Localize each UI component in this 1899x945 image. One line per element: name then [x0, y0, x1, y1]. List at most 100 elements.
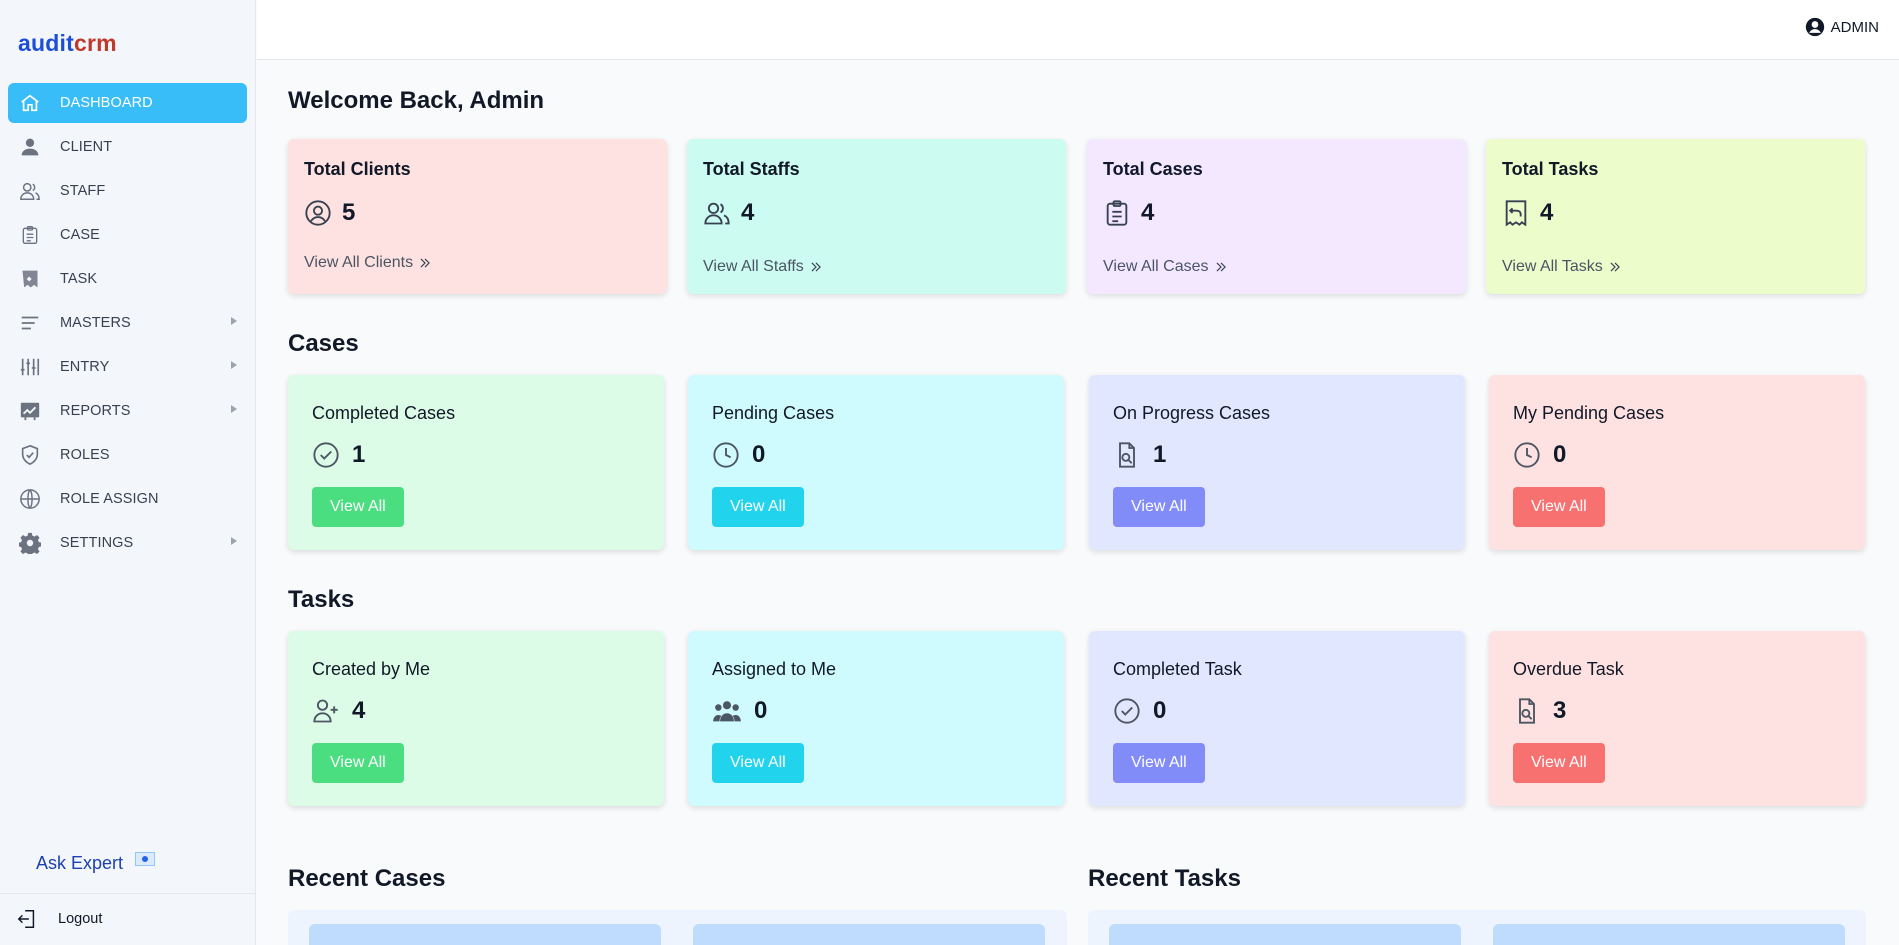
card-value: 0 [754, 697, 768, 724]
created-by-me-card: Created by Me 4 View All [288, 631, 664, 806]
stat-card-title: Total Staffs [703, 159, 800, 179]
stat-value: 4 [1540, 199, 1554, 226]
on-progress-cases-card: On Progress Cases 1 View All [1089, 375, 1465, 550]
recent-cases-panel [288, 910, 1067, 945]
clipboard-icon [1103, 199, 1131, 227]
stat-value: 5 [342, 199, 356, 226]
card-title: Assigned to Me [712, 659, 837, 679]
card-title: Created by Me [312, 659, 431, 679]
gear-icon [18, 531, 42, 555]
sidebar-item-label: DASHBOARD [60, 95, 153, 111]
link-label: View All Tasks [1502, 258, 1603, 275]
sidebar-item-masters[interactable]: MASTERS [8, 303, 247, 343]
card-value: 1 [1153, 441, 1167, 468]
view-all-button[interactable]: View All [1113, 487, 1205, 527]
view-all-cases-link[interactable]: View All Cases [1103, 258, 1228, 276]
task-return-icon [1502, 199, 1530, 227]
chevron-right-icon [231, 317, 237, 325]
sidebar-item-label: REPORTS [60, 403, 131, 419]
stat-value-row: 4 [1103, 199, 1154, 227]
link-label: View All Cases [1103, 258, 1209, 275]
home-icon [18, 91, 42, 115]
page-title: Welcome Back, Admin [288, 87, 545, 114]
sidebar: auditcrm DASHBOARD CLIENT STAFF CASE TAS… [0, 0, 256, 945]
user-menu[interactable]: ADMIN [1805, 17, 1879, 37]
card-value-row: 1 [1113, 441, 1166, 469]
recent-task-item[interactable] [1109, 924, 1461, 945]
double-chevron-right-icon [809, 260, 823, 274]
sidebar-item-case[interactable]: CASE [8, 215, 247, 255]
double-chevron-right-icon [418, 256, 432, 270]
sidebar-item-staff[interactable]: STAFF [8, 171, 247, 211]
sidebar-item-entry[interactable]: ENTRY [8, 347, 247, 387]
lines-icon [18, 311, 42, 335]
file-search-icon [1113, 441, 1141, 469]
sidebar-item-task[interactable]: TASK [8, 259, 247, 299]
card-title: Completed Cases [312, 403, 456, 423]
pending-cases-card: Pending Cases 0 View All [688, 375, 1064, 550]
top-header: ADMIN [257, 0, 1899, 60]
shield-icon [18, 443, 42, 467]
user-circle-icon [1805, 17, 1825, 37]
sidebar-divider [0, 893, 256, 894]
view-all-button[interactable]: View All [1513, 487, 1605, 527]
view-all-button[interactable]: View All [312, 743, 404, 783]
overdue-task-card: Overdue Task 3 View All [1489, 631, 1865, 806]
logout-button[interactable]: Logout [16, 908, 102, 930]
card-value: 0 [1553, 441, 1567, 468]
task-icon [18, 267, 42, 291]
view-all-tasks-link[interactable]: View All Tasks [1502, 258, 1622, 276]
sidebar-item-label: MASTERS [60, 315, 131, 331]
card-value-row: 0 [712, 697, 767, 725]
stat-card-title: Total Cases [1103, 159, 1203, 179]
recent-case-item[interactable] [309, 924, 661, 945]
view-all-clients-link[interactable]: View All Clients [304, 254, 432, 272]
view-all-button[interactable]: View All [312, 487, 404, 527]
card-value: 1 [352, 441, 366, 468]
card-value-row: 1 [312, 441, 365, 469]
sidebar-item-label: SETTINGS [60, 535, 134, 551]
link-label: View All Staffs [703, 258, 804, 275]
stat-card-cases: Total Cases 4 View All Cases [1087, 139, 1466, 294]
card-value-row: 4 [312, 697, 365, 725]
app-logo[interactable]: auditcrm [18, 30, 117, 57]
users-icon [703, 199, 731, 227]
sidebar-item-role-assign[interactable]: ROLE ASSIGN [8, 479, 247, 519]
card-value-row: 3 [1513, 697, 1566, 725]
logout-icon [16, 908, 38, 930]
sidebar-item-dashboard[interactable]: DASHBOARD [8, 83, 247, 123]
logo-part-crm: crm [73, 30, 117, 56]
assigned-to-me-card: Assigned to Me 0 View All [688, 631, 1064, 806]
view-all-staffs-link[interactable]: View All Staffs [703, 258, 823, 276]
view-all-button[interactable]: View All [712, 743, 804, 783]
stat-value-row: 4 [1502, 199, 1553, 227]
card-value: 0 [1153, 697, 1167, 724]
ask-expert-link[interactable]: Ask Expert [36, 851, 156, 874]
sidebar-item-roles[interactable]: ROLES [8, 435, 247, 475]
sidebar-item-label: CASE [60, 227, 100, 243]
stat-value-row: 5 [304, 199, 355, 227]
completed-task-card: Completed Task 0 View All [1089, 631, 1465, 806]
sidebar-item-client[interactable]: CLIENT [8, 127, 247, 167]
recent-task-item[interactable] [1493, 924, 1845, 945]
stat-card-title: Total Tasks [1502, 159, 1599, 179]
chevron-right-icon [231, 405, 237, 413]
recent-case-item[interactable] [693, 924, 1045, 945]
cases-section-title: Cases [288, 330, 359, 357]
card-value-row: 0 [1513, 441, 1566, 469]
users-icon [18, 179, 42, 203]
chevron-right-icon [231, 537, 237, 545]
double-chevron-right-icon [1608, 260, 1622, 274]
recent-tasks-panel [1088, 910, 1866, 945]
view-all-button[interactable]: View All [712, 487, 804, 527]
sidebar-item-reports[interactable]: REPORTS [8, 391, 247, 431]
sidebar-item-settings[interactable]: SETTINGS [8, 523, 247, 563]
view-all-button[interactable]: View All [1513, 743, 1605, 783]
card-value-row: 0 [712, 441, 765, 469]
check-circle-icon [312, 441, 340, 469]
sidebar-item-label: TASK [60, 271, 98, 287]
chevron-right-icon [231, 361, 237, 369]
logout-label: Logout [58, 911, 103, 927]
view-all-button[interactable]: View All [1113, 743, 1205, 783]
sidebar-item-label: ROLES [60, 447, 110, 463]
